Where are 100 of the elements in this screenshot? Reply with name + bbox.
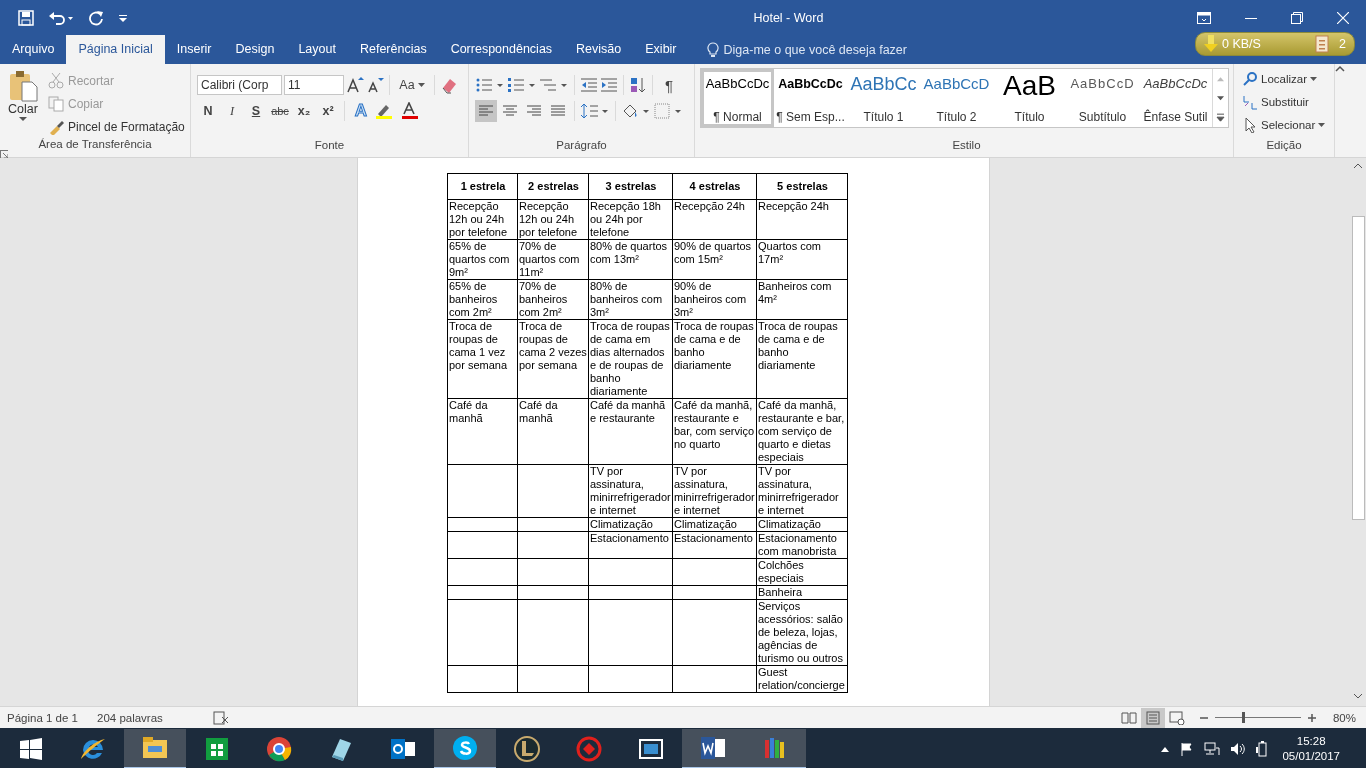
clear-format-icon[interactable]: [440, 76, 458, 94]
taskbar-button[interactable]: [744, 728, 806, 768]
battery-icon[interactable]: [1256, 740, 1269, 757]
taskbar-button[interactable]: [434, 728, 496, 768]
tell-me-field[interactable]: Diga-me o que você deseja fazer: [723, 42, 907, 57]
view-button[interactable]: [1140, 707, 1165, 728]
ribbon-tab[interactable]: Layout: [286, 35, 348, 64]
font-size-field[interactable]: 11: [284, 75, 344, 95]
decrease-indent-icon[interactable]: [580, 76, 598, 94]
undo-icon[interactable]: [48, 9, 74, 26]
zoom-thumb[interactable]: [1242, 712, 1246, 723]
table-cell: Colchões especiais: [756, 558, 848, 586]
task-count: 2: [1338, 37, 1346, 51]
ribbon-display-icon[interactable]: [1197, 11, 1211, 24]
ribbon-tab[interactable]: Arquivo: [0, 35, 67, 64]
lightbulb-icon[interactable]: [706, 41, 719, 58]
style-option[interactable]: AaBbCcD Subtítulo: [1066, 69, 1139, 127]
group-label: Estilo: [951, 139, 982, 153]
table-cell: Climatização: [672, 517, 757, 532]
line-spacing-icon[interactable]: [580, 102, 610, 120]
ribbon-tab[interactable]: Exibir: [633, 35, 689, 64]
show-marks-button[interactable]: ¶: [658, 74, 680, 96]
caret-icon: [19, 116, 27, 122]
clipboard-button[interactable]: Pincel de Formatação: [46, 116, 187, 138]
collapse-ribbon-icon[interactable]: [1335, 64, 1345, 72]
style-option[interactable]: AaBbCc Título 1: [847, 69, 920, 127]
format-button[interactable]: abc: [269, 100, 291, 122]
style-option[interactable]: AaBbCcDc ¶ Sem Esp...: [774, 69, 847, 127]
grow-font-icon[interactable]: [346, 76, 364, 94]
multilevel-list-icon[interactable]: [539, 76, 569, 94]
align-right-icon: [526, 104, 542, 118]
style-option[interactable]: AaBbCcDc ¶ Normal: [701, 69, 774, 127]
word-count[interactable]: 204 palavras: [97, 711, 213, 724]
sort-icon[interactable]: [629, 76, 647, 94]
launcher-icon[interactable]: [0, 150, 8, 158]
format-button[interactable]: x²: [317, 100, 339, 122]
style-option[interactable]: AaBbCcDc Ênfase Sutil: [1139, 69, 1212, 127]
table-cell: 70% de banheiros com 2m²: [517, 279, 589, 320]
zoom-level[interactable]: 80%: [1332, 711, 1356, 724]
chat-icon[interactable]: [451, 733, 479, 762]
style-option[interactable]: AaBbCcD Título 2: [920, 69, 993, 127]
table-cell: Serviços acessórios: salão de beleza, lojas, agências de turismo ou outros: [756, 599, 848, 666]
format-button[interactable]: N: [197, 100, 219, 122]
redo-icon[interactable]: [88, 9, 104, 26]
table-cell: 80% de banheiros com 3m²: [588, 279, 673, 320]
ribbon-tab[interactable]: Correspondências: [438, 35, 565, 64]
taskbar-button[interactable]: [682, 728, 744, 768]
brush-icon: [48, 119, 64, 135]
zoom-in-icon[interactable]: [1306, 712, 1317, 723]
increase-indent-icon[interactable]: [600, 76, 618, 94]
replace-icon: [1242, 94, 1258, 110]
change-case-button[interactable]: Aa: [395, 74, 429, 96]
table-cell: Climatização: [756, 517, 848, 532]
editing-button[interactable]: Substituir: [1240, 91, 1332, 113]
start-icon[interactable]: [20, 737, 42, 760]
table-cell: Banheira: [756, 585, 848, 600]
table-cell: Recepção 18h ou 24h por telefone: [588, 199, 673, 240]
web-layout-icon: [1168, 710, 1185, 725]
format-button[interactable]: S: [245, 100, 267, 122]
close-icon[interactable]: [1337, 11, 1349, 24]
ribbon-tab[interactable]: Design: [223, 35, 287, 64]
restore-icon[interactable]: [1291, 11, 1303, 24]
style-option[interactable]: AaB Título: [993, 69, 1066, 127]
bullets-icon[interactable]: [475, 76, 505, 94]
group-label: Parágrafo: [555, 139, 608, 153]
scroll-thumb[interactable]: [1352, 216, 1365, 520]
volume-icon[interactable]: [1230, 741, 1247, 756]
document-list-icon: [1314, 35, 1329, 53]
page-count[interactable]: Página 1 de 1: [7, 711, 97, 724]
align-center-icon: [502, 104, 518, 118]
network-icon[interactable]: [1204, 741, 1221, 756]
taskbar-button[interactable]: [124, 728, 186, 768]
shading-icon[interactable]: [621, 102, 651, 120]
format-button[interactable]: I: [221, 100, 243, 122]
tool-icon[interactable]: [575, 734, 603, 763]
clock-date[interactable]: 05/01/2017: [1282, 748, 1340, 764]
ribbon-tab[interactable]: Revisão: [564, 35, 634, 64]
browser-icon[interactable]: [265, 734, 293, 763]
column-header: 3 estrelas: [588, 173, 673, 200]
editing-button[interactable]: Selecionar: [1240, 114, 1332, 136]
game-icon[interactable]: [513, 734, 541, 763]
paste-button[interactable]: Colar: [8, 70, 38, 138]
ribbon-tab[interactable]: Inserir: [164, 35, 224, 64]
proofing-icon[interactable]: [213, 710, 229, 725]
ribbon-tab[interactable]: Página Inicial: [66, 35, 165, 64]
format-button[interactable]: x₂: [293, 100, 315, 122]
column-header: 5 estrelas: [756, 173, 848, 200]
table-cell: Café da manhã e restaurante: [588, 398, 673, 465]
group-label: Edição: [1265, 139, 1303, 153]
numbering-icon[interactable]: [507, 76, 537, 94]
clock-time[interactable]: 15:28: [1296, 733, 1326, 749]
shrink-font-icon[interactable]: [366, 76, 384, 94]
flag-icon[interactable]: [1180, 741, 1195, 756]
editing-button[interactable]: Localizar: [1240, 68, 1332, 90]
scissors-icon: [48, 73, 64, 89]
customize-icon[interactable]: [118, 12, 128, 23]
save-icon[interactable]: [18, 9, 34, 26]
ribbon-tab[interactable]: Referências: [347, 35, 439, 64]
font-name-field[interactable]: Calibri (Corp: [197, 75, 282, 95]
download-speed: 0 KB/S: [1222, 37, 1261, 51]
